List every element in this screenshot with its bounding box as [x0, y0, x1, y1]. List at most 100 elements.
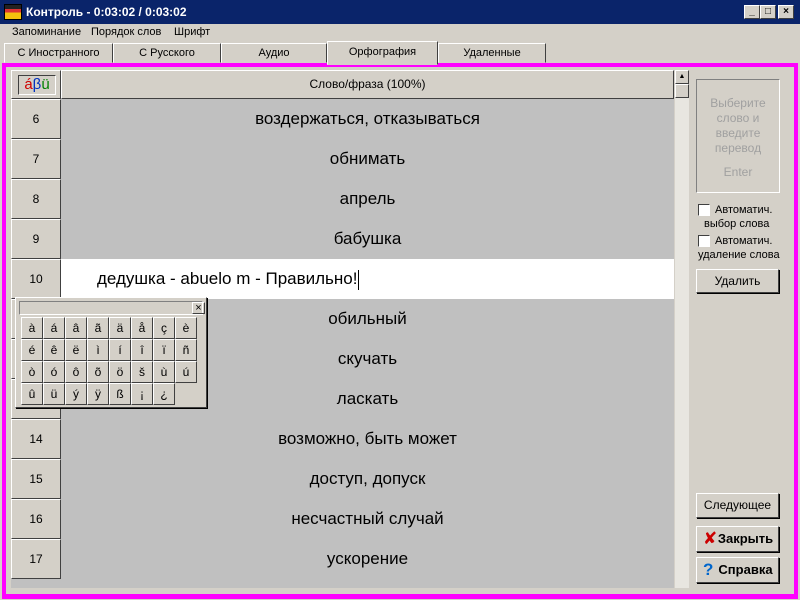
accent-key[interactable]: ¿	[153, 383, 175, 405]
minimize-button[interactable]: _	[744, 5, 760, 19]
accent-key[interactable]: å	[131, 317, 153, 339]
auto-select-checkbox[interactable]	[698, 204, 710, 216]
table-row[interactable]: 16 несчастный случай	[11, 499, 674, 539]
menu-word-order[interactable]: Порядок слов	[91, 25, 161, 39]
accent-key[interactable]: í	[109, 339, 131, 361]
accent-key[interactable]: ô	[65, 361, 87, 383]
hint-line: перевод	[714, 141, 762, 155]
accent-key[interactable]: î	[131, 339, 153, 361]
row-number: 14	[11, 419, 61, 459]
accent-key[interactable]: ï	[153, 339, 175, 361]
tab-spelling[interactable]: Орфография	[327, 41, 438, 65]
accent-key[interactable]: õ	[87, 361, 109, 383]
row-number: 9	[11, 219, 61, 259]
keyboard-close-button[interactable]: ×	[192, 302, 205, 314]
answer-text: дедушка - abuelo m - Правильно!	[97, 269, 358, 288]
auto-select-label[interactable]: Автоматич.	[715, 203, 772, 217]
accent-key[interactable]: ÿ	[87, 383, 109, 405]
scrollbar-thumb[interactable]	[675, 84, 689, 98]
help-question-icon: ?	[703, 560, 714, 579]
accent-key[interactable]: ò	[21, 361, 43, 383]
accent-key[interactable]: è	[175, 317, 197, 339]
accent-key[interactable]: ó	[43, 361, 65, 383]
accent-key[interactable]: ß	[109, 383, 131, 405]
hint-line: слово и	[716, 111, 760, 125]
table-row-editing[interactable]: 10 дедушка - abuelo m - Правильно!	[11, 259, 674, 299]
scroll-up-arrow-icon[interactable]: ▲	[675, 70, 689, 84]
auto-delete-checkbox-group: Автоматич. удаление слова	[698, 234, 798, 264]
accent-key[interactable]: ö	[109, 361, 131, 383]
row-word: несчастный случай	[291, 509, 444, 528]
table-row[interactable]: 17 ускорение	[11, 539, 674, 579]
accent-key[interactable]: ç	[153, 317, 175, 339]
row-number: 8	[11, 179, 61, 219]
table-row[interactable]: 9 бабушка	[11, 219, 674, 259]
hint-line: введите	[715, 126, 761, 140]
table-row[interactable]: 7 обнимать	[11, 139, 674, 179]
row-word: обнимать	[329, 149, 406, 168]
vertical-scrollbar[interactable]: ▲	[675, 70, 689, 588]
auto-delete-label[interactable]: Автоматич.	[715, 234, 772, 248]
accent-key[interactable]: ý	[65, 383, 87, 405]
table-row[interactable]: 15 доступ, допуск	[11, 459, 674, 499]
hint-enter: Enter	[723, 165, 753, 179]
window-title: Контроль - 0:03:02 / 0:03:02	[26, 5, 187, 19]
tab-from-foreign[interactable]: С Иностранного	[4, 43, 113, 63]
auto-select-label-line2[interactable]: выбор слова	[704, 217, 769, 231]
grid-corner: áβü	[11, 70, 61, 99]
accent-key[interactable]: ä	[109, 317, 131, 339]
table-row[interactable]: 14 возможно, быть может	[11, 419, 674, 459]
accent-key[interactable]: ¡	[131, 383, 153, 405]
row-number: 10	[11, 259, 61, 299]
accent-key[interactable]: ù	[153, 361, 175, 383]
auto-delete-label-line2[interactable]: удаление слова	[698, 248, 780, 262]
accent-key[interactable]: ã	[87, 317, 109, 339]
next-button[interactable]: Следующее	[696, 493, 779, 518]
row-word: доступ, допуск	[309, 469, 426, 488]
grid-header: áβü Слово/фраза (100%)	[11, 70, 674, 99]
maximize-button[interactable]: □	[760, 5, 776, 19]
help-button[interactable]: ? Справка	[696, 557, 779, 583]
accent-key[interactable]: ì	[87, 339, 109, 361]
row-number: 17	[11, 539, 61, 579]
accent-key[interactable]: á	[43, 317, 65, 339]
accent-key[interactable]: ü	[43, 383, 65, 405]
accent-key[interactable]: â	[65, 317, 87, 339]
accent-keyboard-titlebar[interactable]: ×	[19, 301, 205, 315]
auto-select-checkbox-group: Автоматич. выбор слова	[698, 203, 798, 233]
row-number: 15	[11, 459, 61, 499]
row-number: 7	[11, 139, 61, 179]
delete-button[interactable]: Удалить	[696, 269, 779, 293]
tab-deleted[interactable]: Удаленные	[438, 43, 546, 63]
table-row[interactable]: 8 апрель	[11, 179, 674, 219]
accent-key[interactable]: š	[131, 361, 153, 383]
text-caret	[358, 269, 360, 290]
answer-input[interactable]: дедушка - abuelo m - Правильно!	[61, 259, 674, 299]
tab-audio[interactable]: Аудио	[221, 43, 327, 63]
accent-key[interactable]: ê	[43, 339, 65, 361]
row-word: бабушка	[333, 229, 402, 248]
row-number: 6	[11, 99, 61, 139]
accent-key[interactable]: ñ	[175, 339, 197, 361]
tab-from-russian[interactable]: С Русского	[113, 43, 221, 63]
close-button[interactable]: ✘ Закрыть	[696, 526, 779, 552]
window-close-button[interactable]: ×	[778, 5, 794, 19]
menu-font[interactable]: Шрифт	[174, 25, 210, 39]
row-word: возможно, быть может	[278, 429, 457, 448]
accent-key[interactable]: û	[21, 383, 43, 405]
column-header-word[interactable]: Слово/фраза (100%)	[61, 70, 674, 99]
accent-key[interactable]: é	[21, 339, 43, 361]
table-row[interactable]: 6 воздержаться, отказываться	[11, 99, 674, 139]
menu-bar: Запоминание Порядок слов Шрифт	[0, 24, 800, 40]
accent-keyboard-popup: × à á â ã ä å ç è é ê ë ì í î ï ñ ò ó ô …	[15, 297, 207, 408]
auto-delete-checkbox[interactable]	[698, 235, 710, 247]
menu-memorize[interactable]: Запоминание	[12, 25, 81, 39]
row-number: 16	[11, 499, 61, 539]
title-bar[interactable]: Контроль - 0:03:02 / 0:03:02 _ □ ×	[0, 0, 800, 24]
accent-key[interactable]: ú	[175, 361, 197, 383]
close-x-icon: ✘	[703, 529, 718, 548]
accent-key[interactable]: ë	[65, 339, 87, 361]
accent-keyboard-toggle-button[interactable]: áβü	[18, 75, 56, 95]
accent-key[interactable]: à	[21, 317, 43, 339]
row-word: ускорение	[326, 549, 409, 568]
